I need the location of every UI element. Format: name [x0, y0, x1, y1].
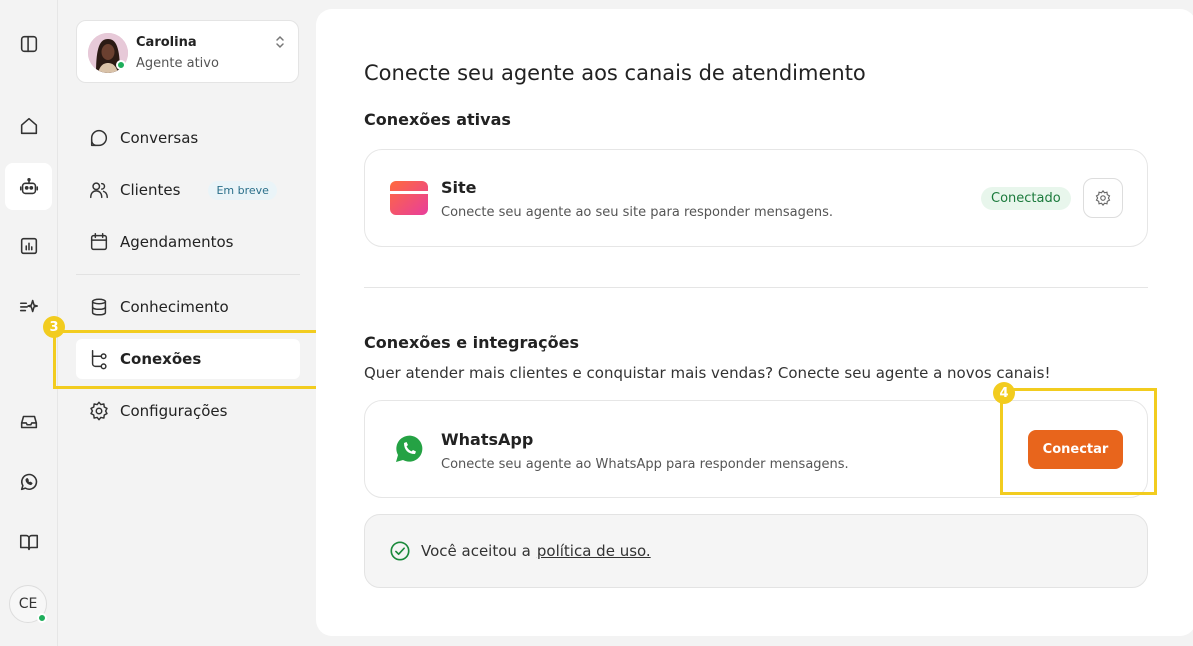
- inbox-button[interactable]: [5, 398, 52, 445]
- highlight-connect-button: [1000, 388, 1157, 495]
- nav-item-conversas[interactable]: Conversas: [76, 118, 300, 158]
- section-divider: [364, 287, 1148, 288]
- check-circle-icon: [390, 541, 410, 561]
- active-connections-heading: Conexões ativas: [364, 110, 511, 129]
- agent-status: Agente ativo: [136, 56, 219, 71]
- analytics-icon: [20, 237, 37, 254]
- sidebar-toggle-button[interactable]: [5, 20, 52, 67]
- nav-item-clientes[interactable]: Clientes Em breve: [76, 170, 300, 210]
- chat-icon: [88, 127, 110, 149]
- coming-soon-badge: Em breve: [208, 180, 277, 200]
- site-title: Site: [441, 178, 477, 197]
- connected-status-badge: Conectado: [981, 187, 1071, 210]
- main-panel: Conecte seu agente aos canais de atendim…: [316, 9, 1193, 636]
- gear-icon: [1095, 189, 1111, 207]
- step-badge-4: 4: [993, 382, 1015, 404]
- terms-notice: Você aceitou a política de uso.: [364, 514, 1148, 588]
- online-status-dot: [37, 613, 47, 623]
- agent-button[interactable]: [5, 163, 52, 210]
- database-icon: [88, 296, 110, 318]
- site-icon: [390, 181, 428, 215]
- nav-label: Conversas: [120, 129, 199, 147]
- sparkle-icon: [19, 299, 38, 312]
- step-badge-3: 3: [43, 316, 65, 338]
- sidebar-divider: [76, 274, 300, 275]
- sidebar-toggle-icon: [20, 35, 37, 52]
- sidebar: Carolina Agente ativo Conversas Clientes…: [58, 0, 316, 646]
- users-icon: [88, 179, 110, 201]
- chevron-up-down-icon: [276, 35, 284, 49]
- usage-policy-link[interactable]: política de uso.: [537, 542, 651, 560]
- site-connection-card: Site Conecte seu agente ao seu site para…: [364, 149, 1148, 247]
- nav-label: Clientes: [120, 181, 181, 199]
- analytics-button[interactable]: [5, 222, 52, 269]
- whatsapp-rail-button[interactable]: [5, 458, 52, 505]
- nav-label: Conhecimento: [120, 298, 229, 316]
- nav-label: Configurações: [120, 402, 228, 420]
- nav-item-conhecimento[interactable]: Conhecimento: [76, 287, 300, 327]
- user-initials: CE: [18, 596, 38, 612]
- docs-button[interactable]: [5, 518, 52, 565]
- agent-switcher[interactable]: Carolina Agente ativo: [76, 20, 299, 83]
- whatsapp-description: Conecte seu agente ao WhatsApp para resp…: [441, 457, 849, 472]
- home-button[interactable]: [5, 102, 52, 149]
- whatsapp-logo-icon: [396, 435, 423, 462]
- site-description: Conecte seu agente ao seu site para resp…: [441, 205, 833, 220]
- agent-active-dot: [116, 60, 126, 70]
- site-settings-button[interactable]: [1083, 178, 1123, 218]
- terms-text: Você aceitou a: [421, 542, 531, 560]
- agent-name: Carolina: [136, 35, 197, 50]
- integrations-heading: Conexões e integrações: [364, 333, 580, 352]
- nav-label: Agendamentos: [120, 233, 234, 251]
- whatsapp-icon: [20, 473, 37, 490]
- book-icon: [19, 534, 38, 550]
- inbox-icon: [20, 415, 37, 428]
- page-title: Conecte seu agente aos canais de atendim…: [364, 61, 866, 85]
- highlight-conexoes: [53, 330, 329, 389]
- calendar-icon: [88, 231, 110, 253]
- integrations-subtitle: Quer atender mais clientes e conquistar …: [364, 364, 1051, 382]
- home-icon: [20, 117, 37, 134]
- whatsapp-title: WhatsApp: [441, 430, 534, 449]
- bot-icon: [19, 177, 38, 194]
- gear-icon: [88, 400, 110, 422]
- nav-item-agendamentos[interactable]: Agendamentos: [76, 222, 300, 262]
- nav-item-configuracoes[interactable]: Configurações: [76, 391, 300, 431]
